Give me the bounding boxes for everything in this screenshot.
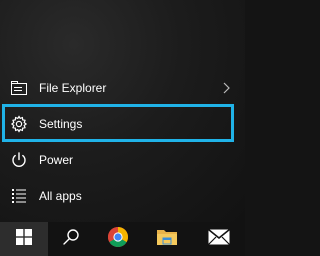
all-apps-item[interactable]: All apps [0, 178, 245, 214]
chevron-right-icon[interactable] [221, 82, 231, 94]
file-explorer-taskbar-button[interactable] [142, 222, 192, 256]
start-menu: File Explorer Settings Power All apps [0, 0, 245, 222]
folder-icon [9, 78, 29, 98]
settings-item[interactable]: Settings [0, 106, 245, 142]
all-apps-label: All apps [39, 189, 82, 203]
mail-icon [207, 228, 230, 250]
mail-taskbar-button[interactable] [192, 222, 245, 256]
power-icon [9, 150, 29, 170]
chrome-taskbar-button[interactable] [94, 222, 142, 256]
file-explorer-item[interactable]: File Explorer [0, 70, 245, 106]
search-button[interactable] [48, 222, 94, 256]
list-icon [9, 186, 29, 206]
power-label: Power [39, 153, 74, 167]
search-icon [62, 228, 80, 251]
settings-label: Settings [39, 117, 83, 131]
file-explorer-label: File Explorer [39, 81, 107, 95]
chrome-icon [107, 226, 129, 253]
windows-logo-icon [16, 228, 32, 250]
power-item[interactable]: Power [0, 142, 245, 178]
taskbar [0, 222, 245, 256]
gear-icon [9, 114, 29, 134]
start-button[interactable] [0, 222, 48, 256]
file-explorer-icon [156, 227, 178, 252]
